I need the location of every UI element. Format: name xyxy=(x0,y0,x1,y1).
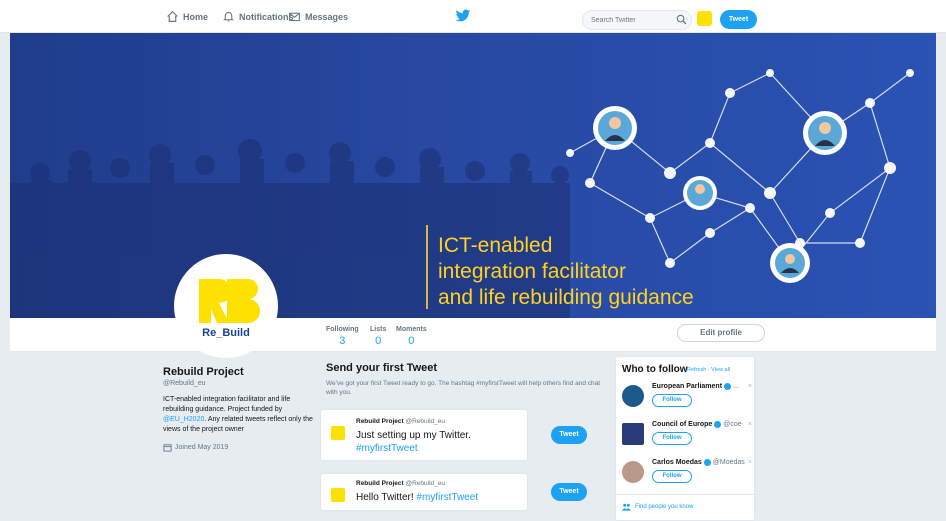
stat-lists[interactable]: Lists 0 xyxy=(370,326,386,347)
banner-tagline: ICT-enabled integration facilitator and … xyxy=(438,233,694,311)
top-nav: Home Notifications Messages Tweet xyxy=(0,0,946,33)
rebuild-logo xyxy=(199,278,261,324)
tweet-handle: @Rebuild_eu xyxy=(405,418,446,425)
stat-following-label: Following xyxy=(326,326,359,333)
profile-avatar[interactable]: Re_Build xyxy=(174,254,278,358)
find-people-text: Find people you know xyxy=(635,504,694,510)
who-to-follow-title: Who to follow xyxy=(622,364,688,375)
send-tweet-button[interactable]: Tweet xyxy=(551,426,587,444)
home-icon xyxy=(167,10,178,22)
first-tweet-section: Send your first Tweet We've got your fir… xyxy=(326,362,606,397)
who-to-follow-links: Refresh · View all xyxy=(687,367,731,373)
tweet-text: Hello Twitter! #myfirstTweet xyxy=(356,491,478,504)
follow-button[interactable]: Follow xyxy=(652,432,692,445)
bell-icon xyxy=(223,11,234,22)
nav-notifications-label: Notifications xyxy=(239,11,294,22)
tweet-body: Hello Twitter! xyxy=(356,492,414,503)
joined-date: Joined May 2019 xyxy=(163,443,313,452)
suggestion-name-text: Carlos Moedas xyxy=(652,459,702,466)
edit-profile-button[interactable]: Edit profile xyxy=(677,324,765,342)
stat-following-value: 3 xyxy=(339,335,346,347)
stat-lists-value: 0 xyxy=(375,335,382,347)
suggestion-name-text: European Parliament xyxy=(652,383,723,390)
avatar-label: Re_Build xyxy=(202,327,250,339)
tweet-header: Rebuild Project @Rebuild_eu xyxy=(356,480,445,487)
suggestion-item: Council of Europe @coe × Follow xyxy=(622,421,752,457)
view-all-link[interactable]: View all xyxy=(711,367,730,373)
tweet-suggestion-card[interactable]: Rebuild Project @Rebuild_eu Just setting… xyxy=(320,409,528,461)
dismiss-icon[interactable]: × xyxy=(748,459,752,466)
nav-avatar[interactable] xyxy=(697,11,712,26)
stat-moments-value: 0 xyxy=(408,335,415,347)
banner-line-2: integration facilitator xyxy=(438,260,626,283)
divider xyxy=(616,494,754,495)
stat-following[interactable]: Following 3 xyxy=(326,326,359,347)
verified-icon xyxy=(724,383,732,390)
stat-moments-label: Moments xyxy=(396,326,427,333)
suggestion-handle: @Moedas xyxy=(712,459,745,466)
verified-icon xyxy=(703,459,711,466)
profile-banner: ICT-enabled integration facilitator and … xyxy=(10,33,936,318)
stat-lists-label: Lists xyxy=(370,326,387,333)
profile-handle[interactable]: @Rebuild_eu xyxy=(163,380,313,387)
refresh-link[interactable]: Refresh xyxy=(687,367,706,373)
tweet-hashtag[interactable]: #myfirstTweet xyxy=(356,442,471,455)
profile-name[interactable]: Rebuild Project xyxy=(163,366,313,378)
tweet-header: Rebuild Project @Rebuild_eu xyxy=(356,418,445,425)
follow-button[interactable]: Follow xyxy=(652,470,692,483)
first-tweet-description: We've got your first Tweet ready to go. … xyxy=(326,380,601,396)
search-icon[interactable] xyxy=(676,14,687,25)
banner-line-3: and life rebuilding guidance xyxy=(438,286,694,309)
suggestion-avatar[interactable] xyxy=(622,461,644,483)
suggestion-avatar[interactable] xyxy=(622,385,644,407)
nav-home[interactable]: Home xyxy=(166,10,208,23)
calendar-icon xyxy=(163,444,172,452)
envelope-icon xyxy=(289,12,300,22)
nav-messages-label: Messages xyxy=(305,11,349,22)
nav-messages[interactable]: Messages xyxy=(288,10,348,23)
tweet-handle: @Rebuild_eu xyxy=(405,480,446,487)
tweet-avatar xyxy=(331,426,345,440)
nav-tweet-button[interactable]: Tweet xyxy=(720,10,757,29)
suggestion-name[interactable]: Council of Europe @coe xyxy=(652,421,742,428)
suggestion-handle: ... xyxy=(733,383,739,390)
tweet-author: Rebuild Project xyxy=(356,480,404,487)
tweet-hashtag[interactable]: #myfirstTweet xyxy=(416,492,478,503)
people-icon xyxy=(622,503,631,511)
first-tweet-title: Send your first Tweet xyxy=(326,362,438,374)
suggestion-item: European Parliament... × Follow xyxy=(622,383,752,419)
suggestion-handle: @coe xyxy=(723,421,742,428)
suggestion-name[interactable]: Carlos Moedas @Moedas xyxy=(652,459,745,466)
who-to-follow: Who to follow Refresh · View all Europea… xyxy=(615,356,755,521)
banner-line-1: ICT-enabled xyxy=(438,234,553,257)
suggestion-item: Carlos Moedas @Moedas × Follow xyxy=(622,459,752,495)
send-tweet-button[interactable]: Tweet xyxy=(551,483,587,501)
tweet-author: Rebuild Project xyxy=(356,418,404,425)
follow-button[interactable]: Follow xyxy=(652,394,692,407)
tweet-suggestion-card[interactable]: Rebuild Project @Rebuild_eu Hello Twitte… xyxy=(320,473,528,511)
bio-text-1: ICT-enabled integration facilitator and … xyxy=(163,396,291,413)
find-people-link[interactable]: Find people you know xyxy=(622,503,693,511)
suggestion-avatar[interactable] xyxy=(622,423,644,445)
tweet-text: Just setting up my Twitter. #myfirstTwee… xyxy=(356,429,471,455)
nav-notifications[interactable]: Notifications xyxy=(222,10,294,23)
profile-nav: Following 3 Lists 0 Moments 0 Edit profi… xyxy=(10,318,936,352)
suggestion-name-text: Council of Europe xyxy=(652,421,713,428)
dismiss-icon[interactable]: × xyxy=(748,383,752,390)
suggestion-name[interactable]: European Parliament... xyxy=(652,383,739,390)
verified-icon xyxy=(714,421,722,428)
profile-card: Rebuild Project @Rebuild_eu ICT-enabled … xyxy=(163,366,313,452)
profile-bio: ICT-enabled integration facilitator and … xyxy=(163,395,313,435)
tweet-body: Just setting up my Twitter. xyxy=(356,430,471,441)
tweet-avatar xyxy=(331,488,345,502)
banner-divider xyxy=(426,225,428,309)
stat-moments[interactable]: Moments 0 xyxy=(396,326,427,347)
bio-link[interactable]: @EU_H2020 xyxy=(163,416,204,423)
nav-home-label: Home xyxy=(183,11,209,22)
joined-text: Joined May 2019 xyxy=(175,444,229,451)
twitter-bird-icon[interactable] xyxy=(455,9,471,23)
dismiss-icon[interactable]: × xyxy=(748,421,752,428)
